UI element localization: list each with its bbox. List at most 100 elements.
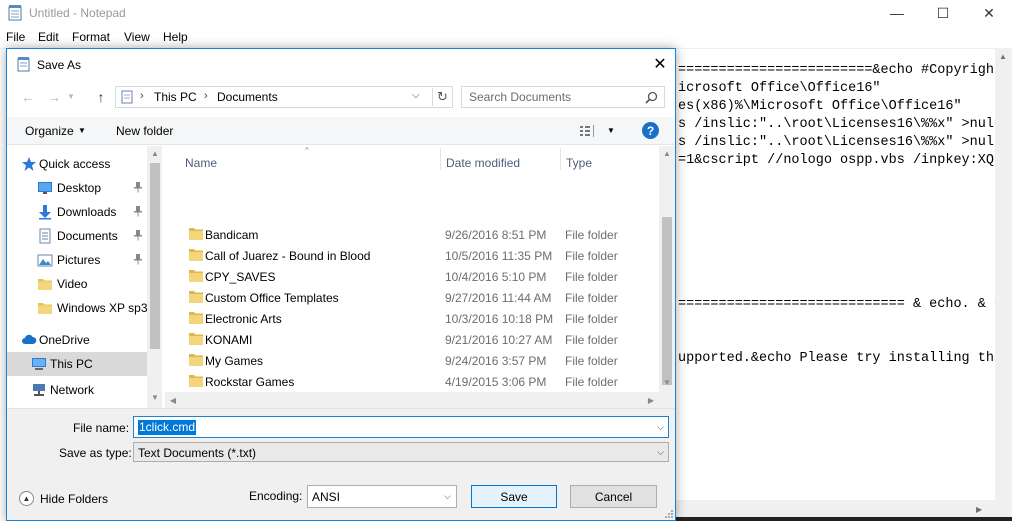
up-arrow-icon[interactable]: ↑ <box>92 88 110 106</box>
nav-item-label: Pictures <box>57 253 101 267</box>
breadcrumb-documents[interactable]: Documents <box>217 90 278 104</box>
save-as-type-select[interactable]: Text Documents (*.txt) ⌵ <box>133 442 669 462</box>
column-header-type[interactable]: Type <box>566 156 592 170</box>
file-row[interactable]: Bandicam 9/26/2016 8:51 PM File folder <box>165 224 659 245</box>
maximize-button[interactable]: ☐ <box>920 0 966 26</box>
close-button[interactable]: ✕ <box>966 0 1012 26</box>
scroll-up-arrow-icon[interactable]: ▲ <box>147 149 162 158</box>
collapse-up-icon[interactable]: ▲ <box>19 491 34 506</box>
menu-edit[interactable]: Edit <box>38 30 59 44</box>
file-type: File folder <box>565 312 618 326</box>
file-date-modified: 10/3/2016 10:18 PM <box>445 312 554 326</box>
caret-down-icon[interactable]: ▼ <box>607 126 615 135</box>
nav-item-downloads[interactable]: Downloads <box>7 200 147 224</box>
scroll-up-arrow-icon[interactable]: ▲ <box>659 149 675 158</box>
view-options-icon[interactable] <box>579 124 599 138</box>
file-name-selected-text[interactable]: 1click.cmd <box>138 420 197 435</box>
chevron-down-icon[interactable]: ⌵ <box>657 447 664 458</box>
nav-item-onedrive[interactable]: OneDrive <box>7 328 147 352</box>
breadcrumb-separator[interactable]: › <box>140 90 144 102</box>
menu-file[interactable]: File <box>6 30 25 44</box>
file-row[interactable]: Electronic Arts 10/3/2016 10:18 PM File fo… <box>165 308 659 329</box>
column-divider[interactable] <box>560 148 561 170</box>
navigation-pane[interactable]: Quick access Desktop Downloads Documents Pic… <box>7 146 162 408</box>
back-arrow-icon[interactable]: ← <box>19 88 37 106</box>
nav-item-pictures[interactable]: Pictures <box>7 248 147 272</box>
breadcrumb-this-pc[interactable]: This PC <box>154 90 197 104</box>
file-date-modified: 4/19/2015 3:06 PM <box>445 375 547 389</box>
file-row[interactable]: Custom Office Templates 9/27/2016 11:44 A… <box>165 287 659 308</box>
file-name: KONAMI <box>205 333 253 347</box>
scroll-down-arrow-icon[interactable]: ▼ <box>147 393 162 402</box>
column-header-date-modified[interactable]: Date modified <box>446 156 520 170</box>
file-list-pane[interactable]: ^ Name Date modified Type Bandicam 9/26/2… <box>165 146 675 408</box>
hide-folders-label[interactable]: Hide Folders <box>40 492 108 506</box>
notepad-text-line: ========================&echo #Copyright… <box>678 63 1011 78</box>
search-box[interactable] <box>461 86 665 108</box>
nav-item-network[interactable]: Network <box>7 378 147 402</box>
star-icon <box>22 157 36 171</box>
column-divider[interactable] <box>440 148 441 170</box>
dialog-bottom-panel: File name: 1click.cmd ⌵ Save as type: Te… <box>7 408 675 520</box>
nav-item-windows-xp-sp3[interactable]: Windows XP sp3 <box>7 296 148 320</box>
nav-item-video[interactable]: Video <box>7 272 147 296</box>
notepad-text-line: ============================ & echo. & c… <box>678 297 1012 312</box>
file-date-modified: 9/24/2016 3:57 PM <box>445 354 547 368</box>
scroll-up-arrow-icon[interactable]: ▲ <box>999 52 1007 61</box>
desktop-icon <box>38 182 52 194</box>
file-type: File folder <box>565 354 618 368</box>
nav-item-desktop[interactable]: Desktop <box>7 176 147 200</box>
file-row[interactable]: CPY_SAVES 10/4/2016 5:10 PM File folder <box>165 266 659 287</box>
search-icon[interactable] <box>645 91 658 104</box>
file-list-vertical-scrollbar[interactable]: ▲ ▼ <box>659 146 675 392</box>
file-type: File folder <box>565 291 618 305</box>
organize-button[interactable]: Organize <box>25 124 74 138</box>
column-header-name[interactable]: Name <box>185 156 217 170</box>
file-name-input[interactable] <box>136 418 646 436</box>
encoding-select[interactable]: ANSI ⌵ <box>307 485 457 508</box>
chevron-down-icon[interactable]: ⌵ <box>412 90 420 101</box>
chevron-down-icon[interactable]: ⌵ <box>444 491 451 502</box>
minimize-button[interactable]: — <box>874 0 920 26</box>
navigation-scrollbar[interactable]: ▲ ▼ <box>147 146 162 408</box>
breadcrumb-separator[interactable]: › <box>204 90 208 102</box>
caret-down-icon[interactable]: ▼ <box>78 126 86 135</box>
scroll-right-arrow-icon[interactable]: ▶ <box>976 505 982 514</box>
file-name: My Games <box>205 354 264 368</box>
file-name: Custom Office Templates <box>205 291 339 305</box>
recent-locations-chevron-icon[interactable]: ▼ <box>67 92 75 101</box>
file-row[interactable]: Rockstar Games 4/19/2015 3:06 PM File fold… <box>165 371 659 392</box>
save-button[interactable]: Save <box>471 485 557 508</box>
resize-grip-icon[interactable] <box>663 508 673 518</box>
scroll-right-arrow-icon[interactable]: ▶ <box>643 396 659 405</box>
scrollbar-thumb[interactable] <box>150 163 160 349</box>
nav-item-this-pc[interactable]: This PC <box>7 352 147 376</box>
address-bar[interactable]: › This PC › Documents ⌵ ↻ <box>115 86 453 108</box>
file-list-horizontal-scrollbar[interactable]: ◀ ▶ <box>165 392 659 408</box>
sort-ascending-icon: ^ <box>305 146 309 155</box>
forward-arrow-icon[interactable]: → <box>45 88 63 106</box>
help-button[interactable]: ? <box>642 122 659 139</box>
dialog-toolbar: Organize ▼ New folder ▼ ? <box>7 117 675 145</box>
menu-format[interactable]: Format <box>72 30 110 44</box>
cancel-button[interactable]: Cancel <box>570 485 657 508</box>
search-input[interactable] <box>463 88 639 106</box>
file-date-modified: 10/5/2016 11:35 PM <box>445 249 553 263</box>
notepad-vertical-scrollbar[interactable]: ▲ <box>995 48 1012 500</box>
refresh-icon[interactable]: ↻ <box>432 88 452 106</box>
file-row[interactable]: My Games 9/24/2016 3:57 PM File folder <box>165 350 659 371</box>
menu-view[interactable]: View <box>124 30 150 44</box>
new-folder-button[interactable]: New folder <box>116 124 173 138</box>
nav-item-documents[interactable]: Documents <box>7 224 147 248</box>
file-row[interactable]: KONAMI 9/21/2016 10:27 AM File folder <box>165 329 659 350</box>
nav-item-quick-access[interactable]: Quick access <box>7 152 147 176</box>
scrollbar-thumb[interactable] <box>662 217 672 385</box>
scroll-down-arrow-icon[interactable]: ▼ <box>659 378 675 387</box>
chevron-down-icon[interactable]: ⌵ <box>657 422 664 433</box>
menu-help[interactable]: Help <box>163 30 188 44</box>
file-date-modified: 10/4/2016 5:10 PM <box>445 270 547 284</box>
file-name-combobox[interactable]: 1click.cmd ⌵ <box>133 416 669 438</box>
file-row[interactable]: Call of Juarez - Bound in Blood 10/5/2016… <box>165 245 659 266</box>
dialog-close-button[interactable]: ✕ <box>645 49 675 79</box>
scroll-left-arrow-icon[interactable]: ◀ <box>165 396 181 405</box>
